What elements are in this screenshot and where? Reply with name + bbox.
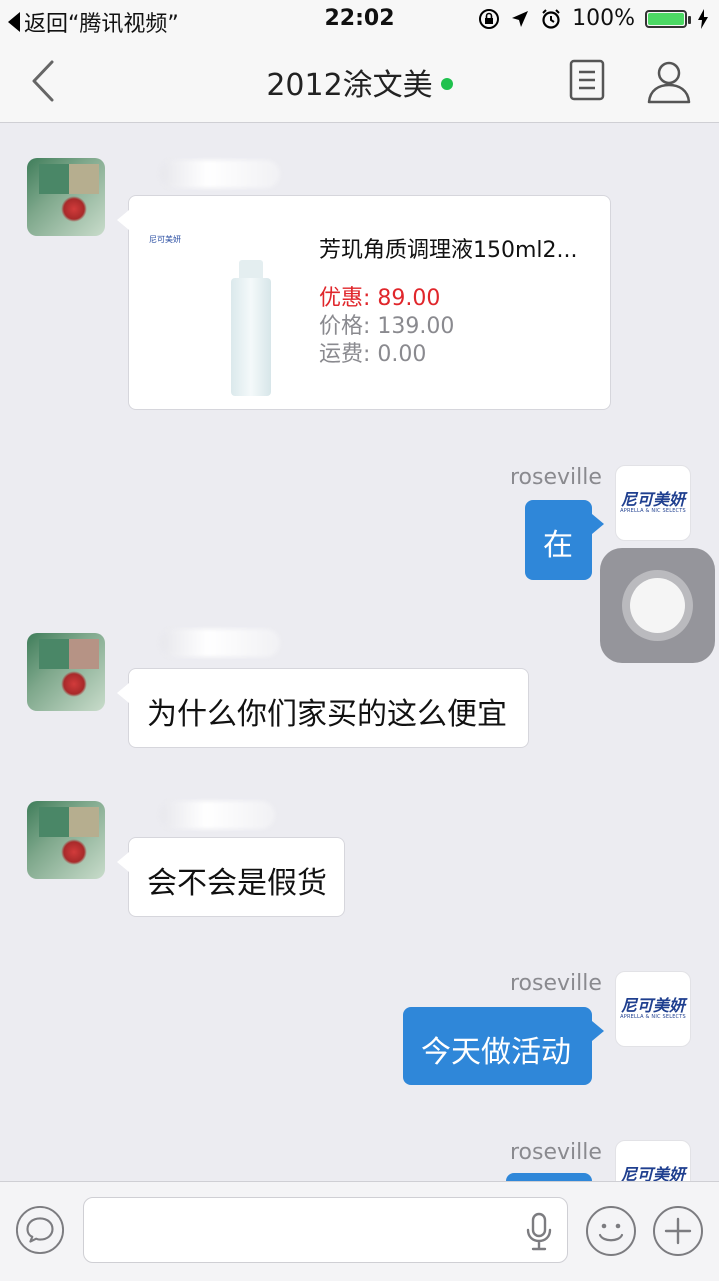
bottle-image — [231, 260, 271, 396]
shop-logo-cn: 尼可美妍 — [620, 1165, 685, 1181]
avatar-block — [39, 164, 69, 194]
battery-tip — [688, 15, 691, 24]
user-profile-icon[interactable] — [644, 56, 694, 106]
message-text: 今天做活动 — [421, 1035, 571, 1070]
shop-avatar[interactable]: 尼可美妍 APRELLA & NIC SELECTS — [615, 971, 691, 1047]
product-brand: 尼可美妍 — [149, 235, 181, 244]
input-bar — [0, 1181, 719, 1281]
message-input[interactable] — [83, 1197, 568, 1263]
outgoing-message[interactable]: 在 — [525, 500, 604, 580]
assistive-center — [630, 578, 685, 633]
assistive-touch-button[interactable] — [600, 548, 715, 663]
microphone-icon[interactable] — [524, 1212, 554, 1252]
battery-icon — [645, 9, 691, 28]
bottle-body — [231, 278, 271, 396]
alarm-icon — [542, 8, 560, 29]
sender-name: roseville — [510, 1140, 602, 1165]
shipping-label: 运费: — [319, 342, 371, 367]
shop-logo-cn: 尼可美妍 — [620, 996, 685, 1015]
shop-avatar[interactable]: 尼可美妍 APRELLA & NIC SELECTS — [615, 465, 691, 541]
status-icons: 100% — [478, 6, 709, 31]
avatar-flower — [61, 196, 87, 222]
status-bar: 返回“腾讯视频” 22:02 100% — [0, 0, 719, 40]
blurred-sender-name — [160, 160, 280, 188]
product-card-message[interactable]: 尼可美妍 芳玑角质调理液150ml2... 优惠: 89.00 价格: 139.… — [117, 195, 611, 410]
document-icon[interactable] — [568, 58, 608, 102]
chat-bubble-icon[interactable] — [15, 1205, 65, 1255]
plus-icon[interactable] — [652, 1205, 704, 1257]
avatar-block — [39, 807, 69, 837]
product-title: 芳玑角质调理液150ml2... — [319, 238, 578, 263]
outgoing-message[interactable] — [506, 1173, 592, 1181]
sender-name: roseville — [510, 971, 602, 996]
shipping-fee: 运费: 0.00 — [319, 336, 426, 368]
avatar-block — [69, 164, 99, 194]
sender-name: roseville — [510, 465, 602, 490]
rotation-lock-icon — [479, 8, 500, 29]
incoming-message[interactable]: 为什么你们家买的这么便宜 — [117, 668, 529, 748]
chat-header: 2012涂文美 — [0, 40, 719, 123]
avatar-block — [69, 639, 99, 669]
incoming-message[interactable]: 会不会是假货 — [117, 837, 345, 917]
product-image: 尼可美妍 — [147, 214, 297, 396]
blurred-sender-name — [160, 801, 275, 829]
shop-logo-en: APRELLA & NIC SELECTS — [620, 1014, 686, 1020]
message-list[interactable]: 尼可美妍 芳玑角质调理液150ml2... 优惠: 89.00 价格: 139.… — [0, 123, 719, 1181]
shop-logo-cn: 尼可美妍 — [620, 490, 685, 509]
avatar-block — [69, 807, 99, 837]
battery-fill — [648, 12, 684, 25]
battery-percent: 100% — [572, 6, 635, 31]
contact-title: 2012涂文美 — [0, 60, 719, 104]
avatar-flower — [61, 671, 87, 697]
shipping-value: 0.00 — [377, 342, 427, 367]
message-text: 为什么你们家买的这么便宜 — [147, 697, 507, 732]
shop-avatar[interactable]: 尼可美妍 APRELLA & NIC SELECTS — [615, 1140, 691, 1181]
avatar-flower — [61, 839, 87, 865]
contact-avatar[interactable] — [27, 801, 105, 879]
outgoing-message[interactable]: 今天做活动 — [403, 1007, 604, 1085]
shop-logo-en: APRELLA & NIC SELECTS — [620, 508, 686, 514]
contact-avatar[interactable] — [27, 158, 105, 236]
emoji-icon[interactable] — [585, 1205, 637, 1257]
contact-name: 2012涂文美 — [266, 68, 433, 103]
contact-avatar[interactable] — [27, 633, 105, 711]
message-text: 在 — [543, 528, 573, 563]
avatar-block — [39, 639, 69, 669]
message-text: 会不会是假货 — [147, 866, 327, 901]
location-icon — [512, 10, 529, 27]
online-status-dot — [440, 77, 453, 90]
blurred-sender-name — [160, 629, 280, 657]
charging-icon — [698, 8, 708, 29]
